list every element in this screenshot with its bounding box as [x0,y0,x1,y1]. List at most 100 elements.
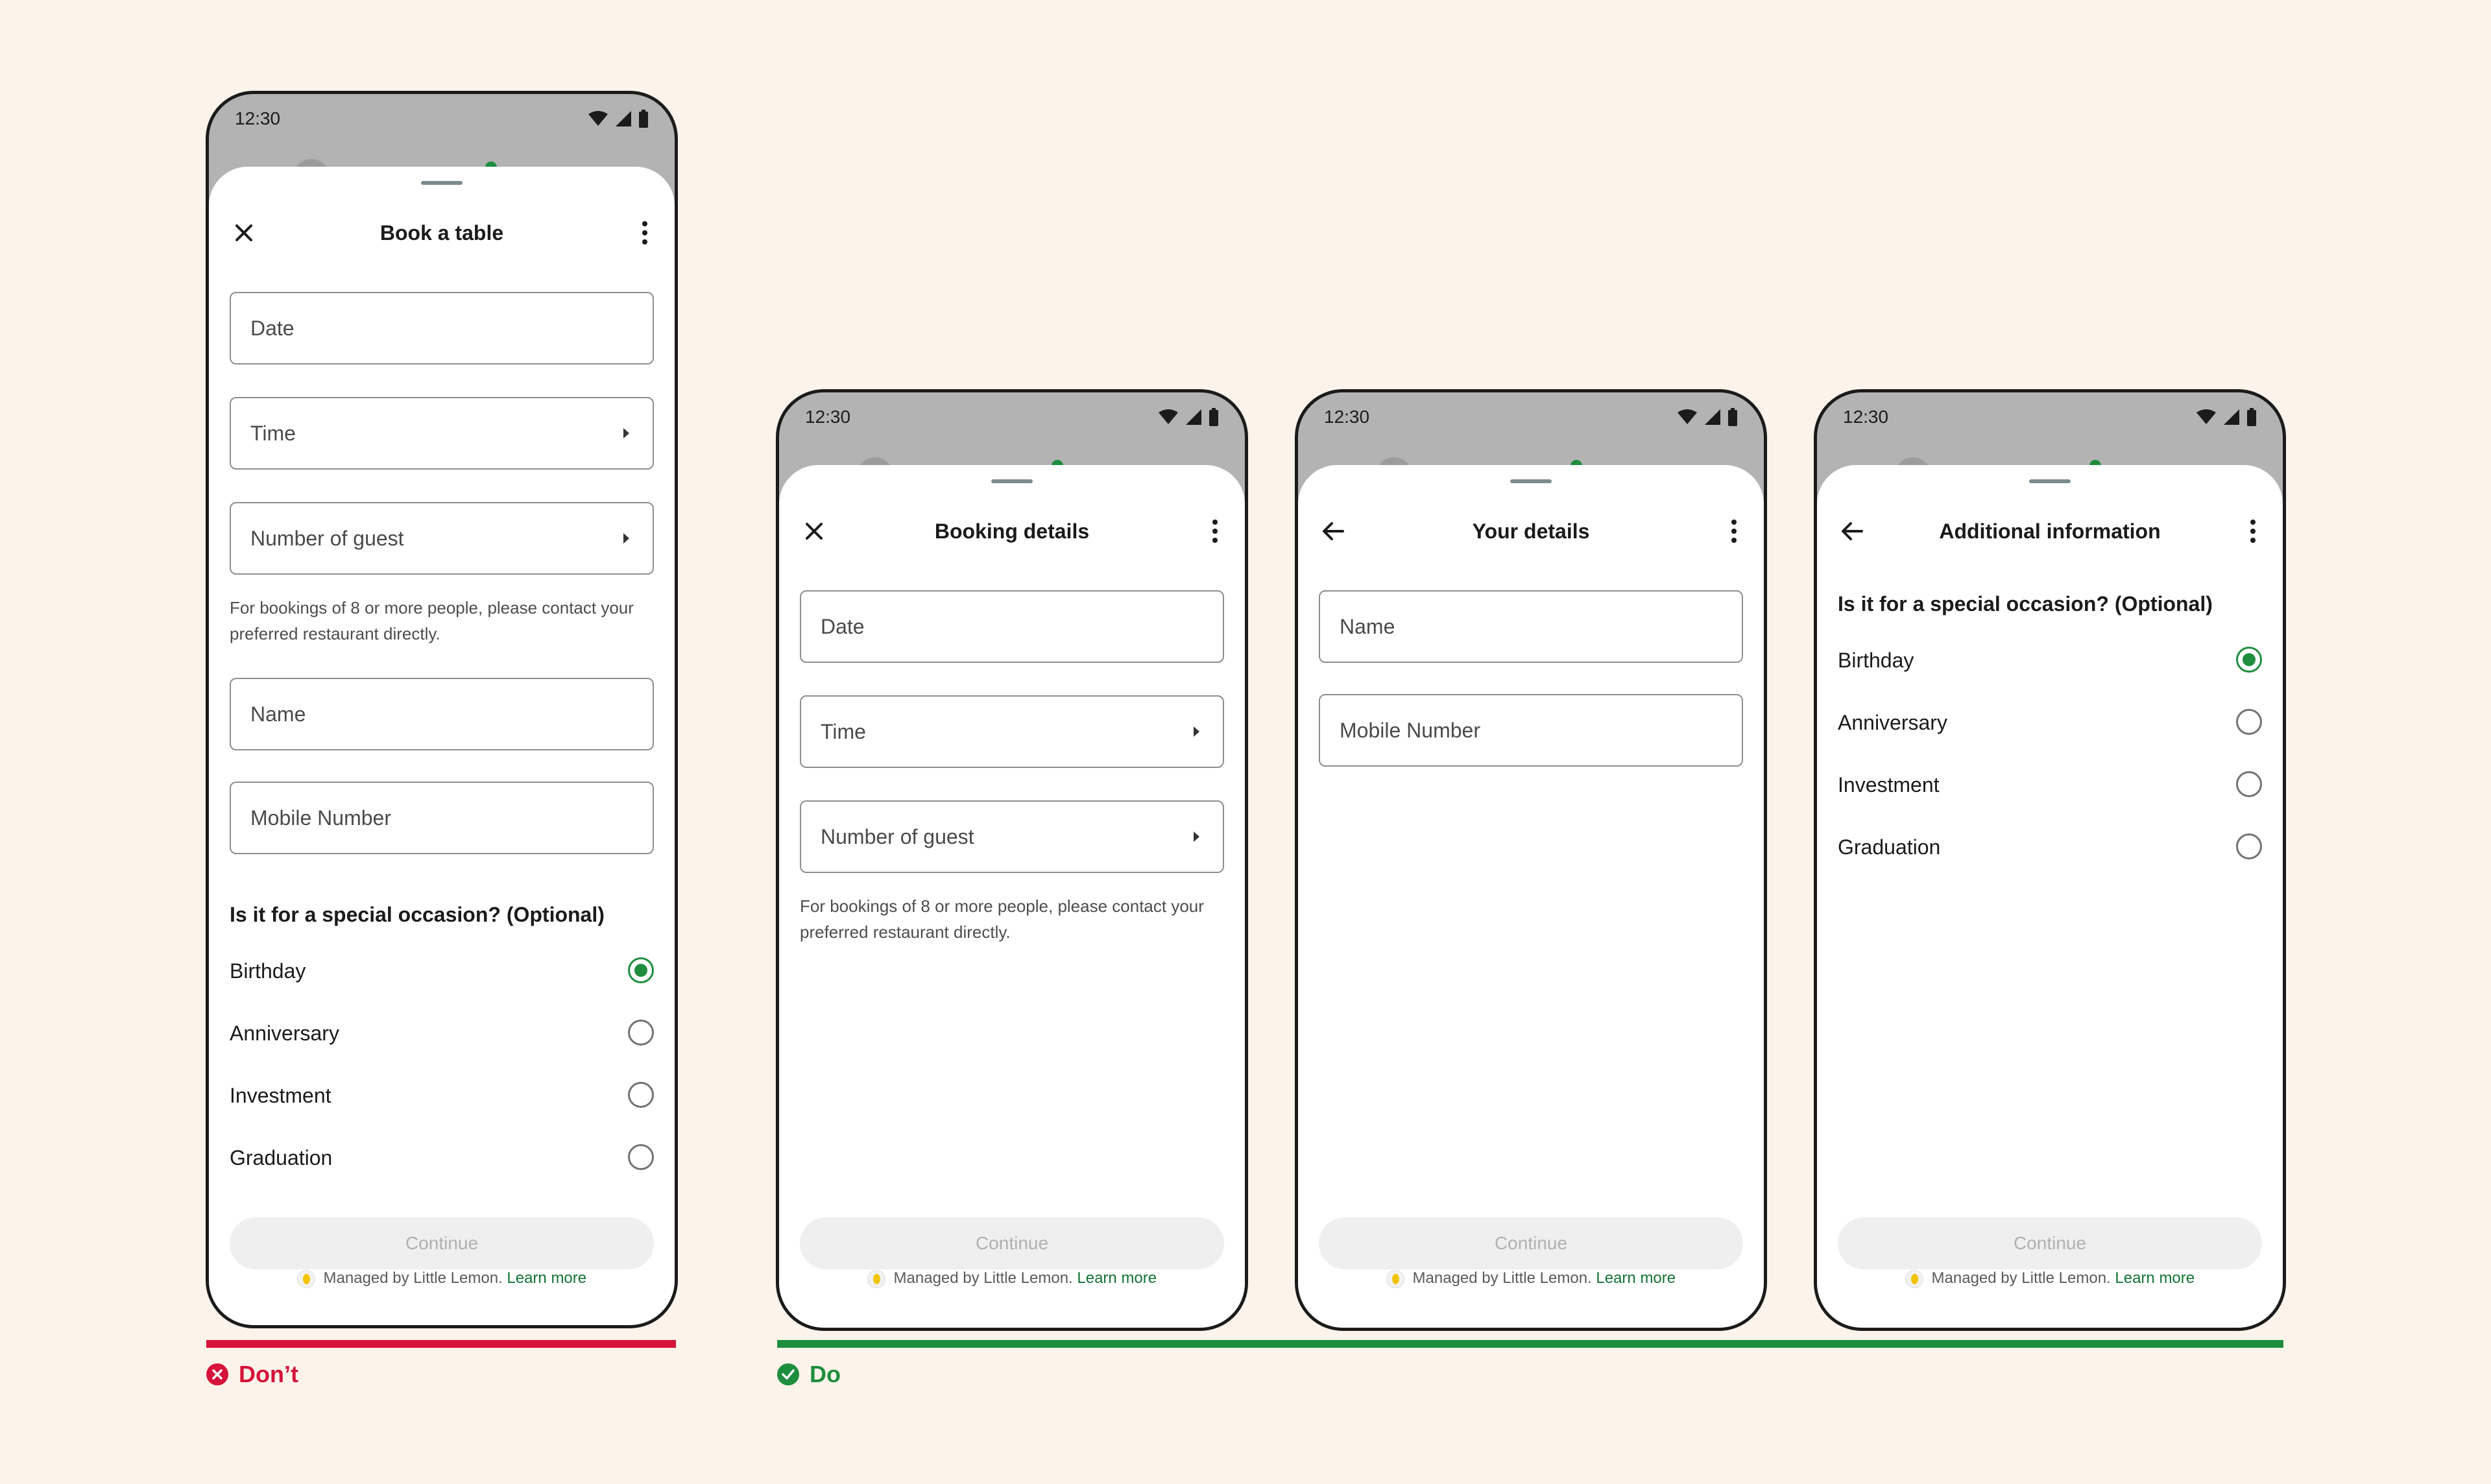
more-options-button[interactable] [1718,516,1750,547]
sheet-top-bar: Additional information [1817,510,2283,552]
status-time: 12:30 [1843,407,1889,427]
radio-option-graduation[interactable]: Graduation [1838,829,2262,865]
continue-button[interactable]: Continue [1319,1217,1743,1269]
date-field[interactable]: Date [230,292,654,365]
phone-booking-details: 12:30 Booking details Date Time Number o… [776,389,1248,1331]
do-rule [777,1340,2283,1348]
radio-button[interactable] [2236,771,2262,797]
battery-icon [639,110,648,128]
signal-icon [2224,409,2239,425]
status-icons [1677,408,1738,426]
managed-by-footer: Managed by Little Lemon. Learn more [1817,1269,2283,1288]
more-options-button[interactable] [1199,516,1231,547]
bottom-sheet: Additional information Is it for a speci… [1817,465,2283,1328]
wifi-icon [588,111,608,126]
phone-your-details: 12:30 Your details Name Mobile Number Co… [1295,389,1767,1331]
bottom-sheet: Book a table Date Time Number of guest F… [209,167,675,1325]
time-field[interactable]: Time [230,397,654,470]
radio-label: Graduation [230,1146,333,1169]
learn-more-link[interactable]: Learn more [507,1269,586,1287]
guests-field[interactable]: Number of guest [230,502,654,575]
continue-button[interactable]: Continue [230,1217,654,1269]
continue-button[interactable]: Continue [800,1217,1224,1269]
do-text: Do [810,1361,841,1387]
status-icons [588,110,649,128]
radio-button[interactable] [2236,709,2262,735]
radio-option-birthday[interactable]: Birthday [230,953,654,989]
name-field-label: Name [250,702,306,726]
lemon-logo-icon [867,1269,885,1288]
drag-handle[interactable] [2029,479,2071,483]
managed-by-footer: Managed by Little Lemon. Learn more [209,1269,675,1288]
radio-option-anniversary[interactable]: Anniversary [230,1015,654,1051]
sheet-title: Additional information [1939,520,2161,543]
name-field[interactable]: Name [1319,590,1743,663]
wifi-icon [1159,409,1178,424]
radio-label: Anniversary [230,1022,339,1045]
learn-more-link[interactable]: Learn more [2115,1269,2195,1287]
lemon-logo-icon [1905,1269,1923,1288]
dont-text: Don’t [239,1361,298,1387]
managed-text: Managed by Little Lemon. [1412,1269,1592,1287]
radio-option-birthday[interactable]: Birthday [1838,642,2262,678]
signal-icon [1186,409,1201,425]
radio-button[interactable] [628,1082,654,1108]
learn-more-link[interactable]: Learn more [1077,1269,1157,1287]
dropdown-arrow-icon [1194,726,1199,737]
status-icons [2196,408,2257,426]
helper-text: For bookings of 8 or more people, please… [800,896,1204,942]
drag-handle[interactable] [1510,479,1552,483]
radio-label: Investment [1838,773,1940,796]
guests-field-label: Number of guest [821,825,974,848]
guests-field[interactable]: Number of guest [800,800,1224,873]
radio-option-investment[interactable]: Investment [230,1077,654,1114]
date-field-label: Date [250,317,295,340]
name-field[interactable]: Name [230,678,654,750]
radio-option-investment[interactable]: Investment [1838,767,2262,803]
sheet-top-bar: Booking details [779,510,1245,552]
battery-icon [1728,408,1737,426]
date-field[interactable]: Date [800,590,1224,663]
phone-additional-information: 12:30 Additional information Is it for a… [1814,389,2286,1331]
managed-text: Managed by Little Lemon. [893,1269,1073,1287]
radio-button[interactable] [628,1020,654,1046]
sheet-title: Your details [1472,520,1590,543]
radio-option-graduation[interactable]: Graduation [230,1140,654,1176]
more-options-button[interactable] [2237,516,2268,547]
battery-icon [2247,408,2256,426]
continue-button[interactable]: Continue [1838,1217,2262,1269]
lemon-logo-icon [296,1269,315,1288]
mobile-field[interactable]: Mobile Number [1319,694,1743,767]
radio-button[interactable] [2236,833,2262,859]
error-circle-icon [206,1363,228,1385]
radio-button-selected[interactable] [628,957,654,983]
status-bar: 12:30 [1298,392,1764,451]
bottom-sheet: Your details Name Mobile Number Continue… [1298,465,1764,1328]
radio-label: Graduation [1838,835,1941,859]
sheet-top-bar: Book a table [209,212,675,254]
dropdown-arrow-icon [1194,832,1199,842]
time-field[interactable]: Time [800,695,1224,768]
drag-handle[interactable] [421,181,463,185]
managed-by-footer: Managed by Little Lemon. Learn more [1298,1269,1764,1288]
dont-rule [206,1340,676,1348]
time-field-label: Time [250,422,296,445]
date-field-label: Date [821,615,865,638]
mobile-field[interactable]: Mobile Number [230,782,654,854]
sheet-title: Book a table [379,221,504,245]
managed-by-footer: Managed by Little Lemon. Learn more [779,1269,1245,1288]
more-options-button[interactable] [629,217,660,248]
helper-text: For bookings of 8 or more people, please… [230,598,634,643]
more-vert-icon [2250,520,2256,543]
radio-button-selected[interactable] [2236,647,2262,673]
radio-button[interactable] [628,1144,654,1170]
phone-book-a-table: 12:30 Book a table Date Time Number of g… [206,91,678,1328]
drag-handle[interactable] [991,479,1033,483]
radio-option-anniversary[interactable]: Anniversary [1838,704,2262,741]
guests-field-label: Number of guest [250,527,404,550]
learn-more-link[interactable]: Learn more [1596,1269,1676,1287]
more-vert-icon [642,221,647,245]
name-field-label: Name [1340,615,1395,638]
radio-label: Investment [230,1084,331,1107]
status-bar: 12:30 [779,392,1245,451]
